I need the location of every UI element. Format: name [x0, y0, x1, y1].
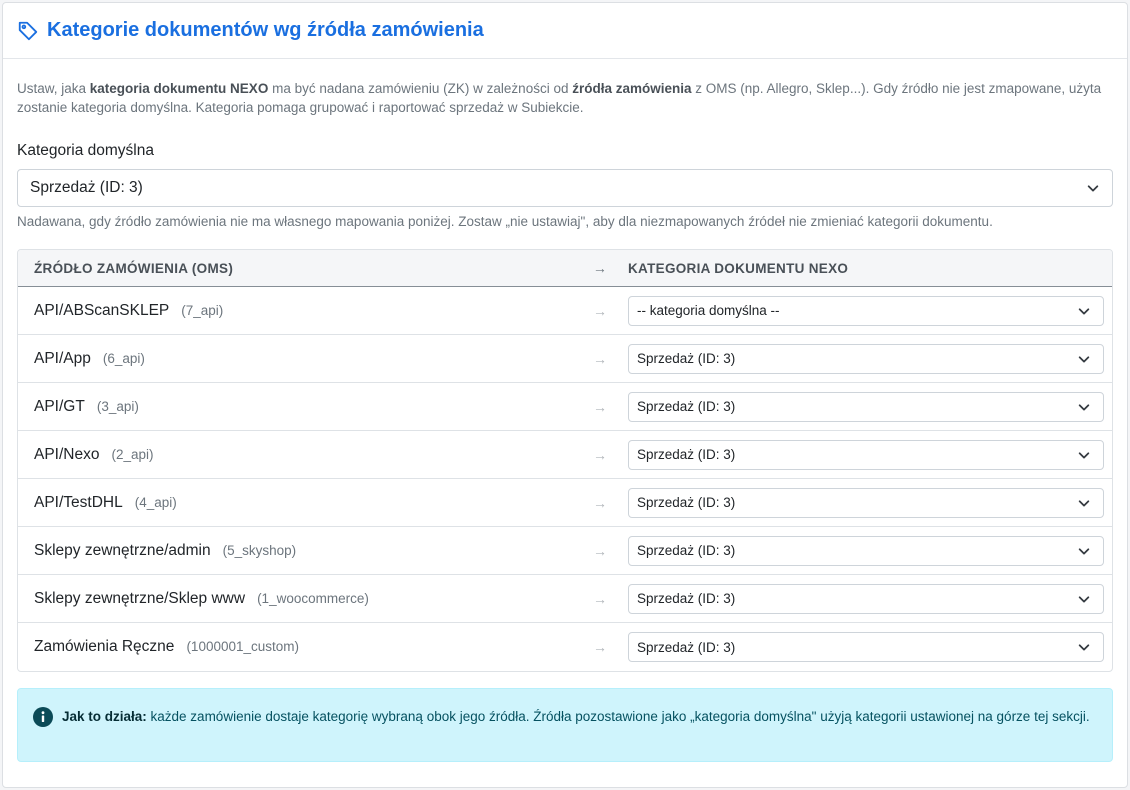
arrow-right-icon: → — [593, 350, 607, 367]
chevron-down-icon — [1077, 352, 1091, 366]
arrow-right-icon: → — [593, 542, 607, 559]
intro-text: Ustaw, jaka kategoria dokumentu NEXO ma … — [17, 81, 1102, 115]
mapping-table: ŹRÓDŁO ZAMÓWIENIA (OMS) → KATEGORIA DOKU… — [17, 249, 1113, 672]
category-select[interactable]: Sprzedaż (ID: 3) — [628, 343, 1104, 374]
header-category: KATEGORIA DOKUMENTU NEXO — [628, 260, 849, 276]
default-category-help: Nadawana, gdy źródło zamówienia nie ma w… — [17, 214, 993, 229]
source-name: API/App — [34, 349, 91, 367]
default-category-value: Sprzedaż (ID: 3) — [30, 179, 143, 196]
header-arrow: → — [592, 260, 608, 276]
source-code: (5_skyshop) — [222, 542, 297, 558]
source-name: Sklepy zewnętrzne/admin — [34, 541, 211, 559]
category-value: Sprzedaż (ID: 3) — [637, 351, 736, 366]
category-select[interactable]: Sprzedaż (ID: 3) — [628, 632, 1104, 662]
category-select[interactable]: Sprzedaż (ID: 3) — [628, 439, 1104, 470]
default-category-label: Kategoria domyślna — [17, 142, 154, 159]
source-code: (7_api) — [181, 302, 224, 318]
mapping-table-header: ŹRÓDŁO ZAMÓWIENIA (OMS) → KATEGORIA DOKU… — [18, 250, 1112, 287]
table-row: Sklepy zewnętrzne/admin (5_skyshop) → Spr… — [18, 527, 1112, 575]
source-code: (6_api) — [102, 350, 145, 366]
chevron-down-icon — [1086, 181, 1100, 195]
category-select[interactable]: Sprzedaż (ID: 3) — [628, 391, 1104, 422]
table-row: API/ABScanSKLEP (7_api) → -- kategoria do… — [18, 287, 1112, 335]
category-mapping-card: Kategorie dokumentów wg źródła zamówieni… — [2, 2, 1128, 788]
chevron-down-icon — [1077, 400, 1091, 414]
card-header: Kategorie dokumentów wg źródła zamówieni… — [3, 3, 1127, 59]
arrow-right-icon: → — [593, 494, 607, 511]
chevron-down-icon — [1077, 544, 1091, 558]
category-value: -- kategoria domyślna -- — [637, 303, 780, 318]
tag-icon — [17, 20, 39, 42]
source-code: (4_api) — [134, 494, 177, 510]
arrow-right-icon: → — [593, 639, 607, 655]
category-select[interactable]: -- kategoria domyślna -- — [628, 295, 1104, 326]
header-source: ŹRÓDŁO ZAMÓWIENIA (OMS) — [34, 260, 234, 276]
source-code: (3_api) — [96, 398, 139, 414]
table-row: Sklepy zewnętrzne/Sklep www (1_woocommerc… — [18, 575, 1112, 623]
category-select[interactable]: Sprzedaż (ID: 3) — [628, 535, 1104, 566]
page-title: Kategorie dokumentów wg źródła zamówieni… — [47, 19, 484, 41]
info-icon — [33, 707, 53, 727]
default-category-select[interactable]: Sprzedaż (ID: 3) — [17, 169, 1113, 207]
category-value: Sprzedaż (ID: 3) — [637, 399, 736, 414]
source-name: API/TestDHL — [34, 493, 123, 511]
table-row: API/TestDHL (4_api) → Sprzedaż (ID: 3) — [18, 479, 1112, 527]
category-value: Sprzedaż (ID: 3) — [637, 591, 736, 606]
info-alert: Jak to działa: każde zamówienie dostaje … — [17, 688, 1113, 762]
arrow-right-icon: → — [593, 446, 607, 463]
table-row: API/GT (3_api) → Sprzedaż (ID: 3) — [18, 383, 1112, 431]
source-name: Zamówienia Ręczne — [34, 638, 175, 655]
chevron-down-icon — [1077, 640, 1091, 654]
category-select[interactable]: Sprzedaż (ID: 3) — [628, 583, 1104, 614]
chevron-down-icon — [1077, 496, 1091, 510]
category-value: Sprzedaż (ID: 3) — [637, 447, 736, 462]
table-row: API/Nexo (2_api) → Sprzedaż (ID: 3) — [18, 431, 1112, 479]
category-value: Sprzedaż (ID: 3) — [637, 495, 736, 510]
source-name: Sklepy zewnętrzne/Sklep www — [34, 589, 246, 607]
source-name: API/GT — [34, 397, 85, 415]
source-code: (2_api) — [111, 446, 154, 462]
arrow-right-icon: → — [593, 302, 607, 319]
source-name: API/Nexo — [34, 445, 100, 463]
chevron-down-icon — [1077, 304, 1091, 318]
category-value: Sprzedaż (ID: 3) — [637, 639, 736, 655]
chevron-down-icon — [1077, 592, 1091, 606]
arrow-right-icon: → — [593, 398, 607, 415]
category-value: Sprzedaż (ID: 3) — [637, 543, 736, 558]
table-row: Zamówienia Ręczne (1000001_custom) → Sprz… — [18, 623, 1112, 671]
source-code: (1_woocommerce) — [257, 590, 369, 606]
category-select[interactable]: Sprzedaż (ID: 3) — [628, 487, 1104, 518]
source-code: (1000001_custom) — [186, 639, 300, 654]
source-name: API/ABScanSKLEP — [34, 301, 170, 319]
info-text: Jak to działa: każde zamówienie dostaje … — [62, 709, 1090, 724]
table-row: API/App (6_api) → Sprzedaż (ID: 3) — [18, 335, 1112, 383]
chevron-down-icon — [1077, 448, 1091, 462]
arrow-right-icon: → — [593, 590, 607, 607]
